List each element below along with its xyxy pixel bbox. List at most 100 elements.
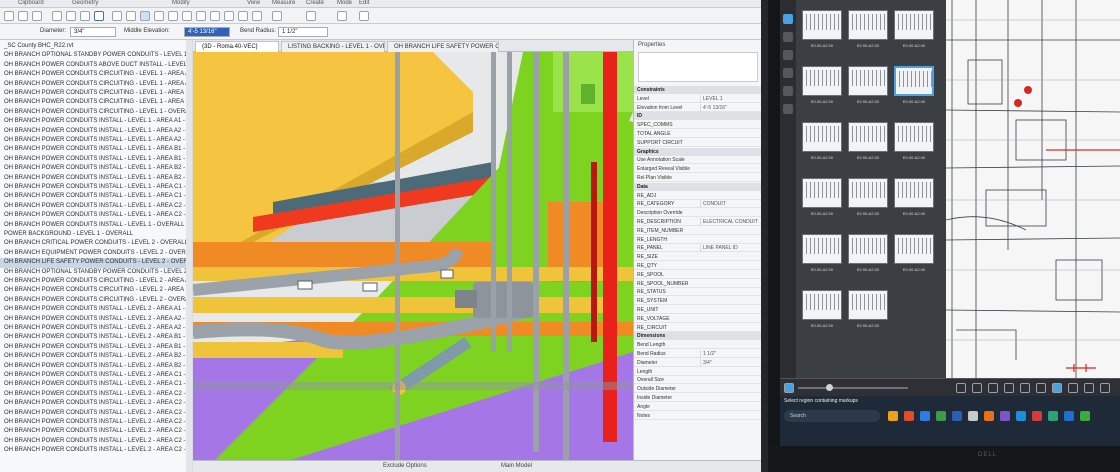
browser-view-item[interactable]: OH BRANCH POWER CONDUITS INSTALL - LEVEL… [0, 380, 191, 389]
browser-view-item[interactable]: OH BRANCH POWER CONDUITS INSTALL - LEVEL… [0, 211, 191, 220]
app-icon-11[interactable] [1080, 411, 1090, 421]
browser-view-item[interactable]: OH BRANCH POWER CONDUITS INSTALL - LEVEL… [0, 145, 191, 154]
move-icon[interactable] [154, 11, 164, 21]
browser-view-item[interactable]: OH BRANCH POWER CONDUITS CIRCUITING - LE… [0, 89, 191, 98]
tab-life-safety-power[interactable]: OH BRANCH LIFE SAFETY POWER C... [387, 41, 499, 52]
text-icon[interactable] [94, 11, 104, 21]
offset-icon[interactable] [126, 11, 136, 21]
wall-joins-icon[interactable] [80, 11, 90, 21]
page-thumbnail[interactable] [848, 234, 888, 264]
browser-view-item[interactable]: OH BRANCH POWER CONDUITS INSTALL - LEVEL… [0, 446, 191, 455]
thumbnail-size-knob[interactable] [826, 384, 833, 391]
markup-dot-2[interactable] [1014, 99, 1022, 107]
app-icon-7[interactable] [1016, 411, 1026, 421]
browser-view-item[interactable]: OH BRANCH POWER CONDUITS CIRCUITING - LE… [0, 286, 191, 295]
markup-icon[interactable] [783, 86, 793, 96]
mode-icon[interactable] [337, 11, 347, 21]
browser-view-item[interactable]: OH BRANCH POWER CONDUITS INSTALL - LEVEL… [0, 333, 191, 342]
page-thumbnail[interactable] [848, 178, 888, 208]
property-group-header[interactable]: ID [634, 112, 761, 121]
browser-view-item[interactable]: OH BRANCH POWER CONDUITS INSTALL - LEVEL… [0, 352, 191, 361]
browser-view-item[interactable]: OH BRANCH POWER CONDUITS INSTALL - LEVEL… [0, 155, 191, 164]
app-icon-2[interactable] [936, 411, 946, 421]
pages-icon[interactable] [783, 14, 793, 24]
browser-view-item[interactable]: OH BRANCH POWER CONDUITS INSTALL - LEVEL… [0, 390, 191, 399]
property-value[interactable]: 1 1/2" [700, 350, 758, 358]
rotate-icon[interactable] [182, 11, 192, 21]
array-icon[interactable] [224, 11, 234, 21]
browser-view-item[interactable]: OH BRANCH POWER CONDUITS INSTALL - LEVEL… [0, 362, 191, 371]
trim-icon[interactable] [196, 11, 206, 21]
browser-view-item[interactable]: OH BRANCH POWER CONDUITS INSTALL - LEVEL… [0, 427, 191, 436]
search-icon[interactable] [783, 68, 793, 78]
layers-icon[interactable] [783, 32, 793, 42]
property-value[interactable]: LEVEL 1 [700, 94, 758, 103]
join-icon[interactable] [52, 11, 62, 21]
tab-3d-view[interactable]: {3D - Roma.40-VEC} [195, 41, 279, 52]
property-group-header[interactable]: Data [634, 182, 761, 191]
comments-icon[interactable] [783, 104, 793, 114]
page-thumbnail[interactable] [802, 290, 842, 320]
3d-model-scene[interactable] [193, 52, 633, 472]
browser-view-item[interactable]: POWER BACKGROUND - LEVEL 1 - OVERALL [0, 230, 191, 239]
app-icon-1[interactable] [904, 411, 914, 421]
rotate-view-icon[interactable] [1068, 383, 1078, 393]
browser-view-item[interactable]: OH BRANCH POWER CONDUITS INSTALL - LEVEL… [0, 418, 191, 427]
page-thumbnail[interactable] [848, 10, 888, 40]
browser-view-item[interactable]: OH BRANCH POWER CONDUITS CIRCUITING - LE… [0, 108, 191, 117]
scale-icon[interactable] [238, 11, 248, 21]
browser-view-item[interactable]: OH BRANCH POWER CONDUITS CIRCUITING - LE… [0, 98, 191, 107]
bend-radius-field[interactable]: 1 1/2" [278, 27, 328, 37]
property-value[interactable]: ELECTRICAL CONDUIT [700, 218, 758, 226]
browser-view-item[interactable]: OH BRANCH POWER CONDUITS INSTALL - LEVEL… [0, 324, 191, 333]
page-thumbnail[interactable] [894, 66, 934, 96]
mirror-icon[interactable] [140, 11, 150, 21]
app-icon-3[interactable] [952, 411, 962, 421]
select-icon[interactable] [1004, 383, 1014, 393]
page-thumbnail[interactable] [848, 66, 888, 96]
browser-view-item[interactable]: OH BRANCH CRITICAL POWER CONDUITS - LEVE… [0, 239, 191, 248]
property-group-header[interactable]: Dimensions [634, 332, 761, 341]
browser-project-file[interactable]: _SC County BHC_R22.rvt [0, 42, 191, 51]
browser-view-item[interactable]: OH BRANCH POWER CONDUITS INSTALL - LEVEL… [0, 305, 191, 314]
page-thumbnail[interactable] [894, 122, 934, 152]
browser-view-item[interactable]: OH BRANCH POWER CONDUITS CIRCUITING - LE… [0, 277, 191, 286]
browser-view-item[interactable]: OH BRANCH OPTIONAL STANDBY POWER CONDUIT… [0, 51, 191, 60]
browser-view-item[interactable]: OH BRANCH POWER CONDUITS INSTALL - LEVEL… [0, 164, 191, 173]
bookmark-icon[interactable] [783, 50, 793, 60]
middle-elevation-field[interactable]: 4'-5 13/16" [184, 27, 230, 37]
browser-view-item[interactable]: OH BRANCH POWER CONDUITS CIRCUITING - LE… [0, 296, 191, 305]
browser-view-item[interactable]: OH BRANCH POWER CONDUITS INSTALL - LEVEL… [0, 343, 191, 352]
page-thumbnail[interactable] [894, 234, 934, 264]
edit-icon[interactable] [359, 11, 369, 21]
zoom-icon[interactable] [1036, 383, 1046, 393]
browser-view-item[interactable]: OH BRANCH POWER CONDUITS ABOVE DUCT INST… [0, 61, 191, 70]
property-value[interactable]: CONDUIT [700, 200, 758, 209]
align-icon[interactable] [112, 11, 122, 21]
browser-icon[interactable] [920, 411, 930, 421]
browser-view-item[interactable]: OH BRANCH POWER CONDUITS CIRCUITING - LE… [0, 70, 191, 79]
first-page-icon[interactable] [956, 383, 966, 393]
pin-icon[interactable] [252, 11, 262, 21]
page-thumbnail[interactable] [848, 122, 888, 152]
browser-view-item[interactable]: OH BRANCH POWER CONDUITS INSTALL - LEVEL… [0, 183, 191, 192]
3d-viewport[interactable] [193, 52, 633, 472]
app-icon-4[interactable] [968, 411, 978, 421]
conduit-tag-1[interactable] [440, 269, 454, 279]
type-preview[interactable] [638, 52, 758, 82]
markup-dot-1[interactable] [1024, 86, 1032, 94]
browser-view-item[interactable]: OH BRANCH POWER CONDUITS INSTALL - LEVEL… [0, 399, 191, 408]
browser-view-item[interactable]: OH BRANCH POWER CONDUITS CIRCUITING - LE… [0, 80, 191, 89]
thumbnail-size-slider[interactable] [798, 387, 908, 389]
junction-box[interactable] [473, 282, 533, 318]
tab-listing-backing[interactable]: LISTING BACKING - LEVEL 1 - OVE... [281, 41, 385, 52]
property-value[interactable]: LINE PANEL ID [700, 244, 758, 253]
conduit-tag-2[interactable] [297, 280, 313, 290]
app-icon-10[interactable] [1064, 411, 1074, 421]
more-icon[interactable] [1100, 383, 1110, 393]
page-thumbnail[interactable] [802, 10, 842, 40]
split-icon[interactable] [210, 11, 220, 21]
copy-element-icon[interactable] [168, 11, 178, 21]
browser-view-item[interactable]: OH BRANCH POWER CONDUITS INSTALL - LEVEL… [0, 437, 191, 446]
cut-icon[interactable] [18, 11, 28, 21]
